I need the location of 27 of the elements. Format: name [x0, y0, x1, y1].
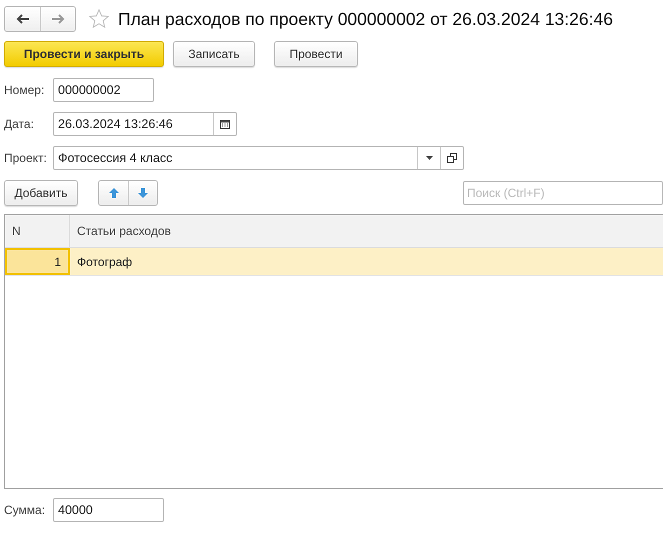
command-button[interactable]: Провести — [274, 41, 358, 67]
command-button[interactable]: Записать — [173, 41, 255, 67]
field-label: Номер: — [4, 83, 46, 97]
forward-arrow-icon — [51, 14, 65, 24]
date-field[interactable]: 26.03.2024 13:26:46 — [53, 112, 237, 136]
table-cell-text: Фотограф — [76, 254, 134, 270]
window-title: План расходов по проекту 000000002 от 26.03.2024 13:26:46 — [118, 8, 613, 30]
open-icon[interactable] — [447, 153, 457, 163]
dropdown-icon[interactable] — [426, 156, 432, 160]
field-label: Проект: — [4, 151, 48, 165]
total-field[interactable]: 40000 — [53, 498, 164, 522]
project-field[interactable]: Фотосессия 4 класс — [53, 146, 464, 170]
command-button[interactable]: Провести и закрыть — [4, 41, 164, 67]
column-header[interactable]: N — [5, 215, 70, 247]
down-arrow-icon — [137, 187, 149, 199]
calendar-icon[interactable] — [220, 119, 230, 129]
number-field[interactable]: 000000002 — [53, 78, 154, 102]
add-button[interactable]: Добавить — [4, 180, 78, 206]
table-row[interactable]: 1 Фотограф — [5, 248, 663, 276]
search-field[interactable]: Поиск (Ctrl+F) — [463, 181, 663, 205]
favorite-star-icon[interactable] — [88, 8, 110, 30]
field-label: Дата: — [4, 117, 35, 131]
column-header[interactable]: Статьи расходов — [70, 215, 663, 247]
back-arrow-icon — [16, 14, 30, 24]
up-arrow-icon — [108, 187, 120, 199]
field-label: Сумма: — [4, 503, 46, 517]
table-cell: 1 — [5, 248, 70, 275]
